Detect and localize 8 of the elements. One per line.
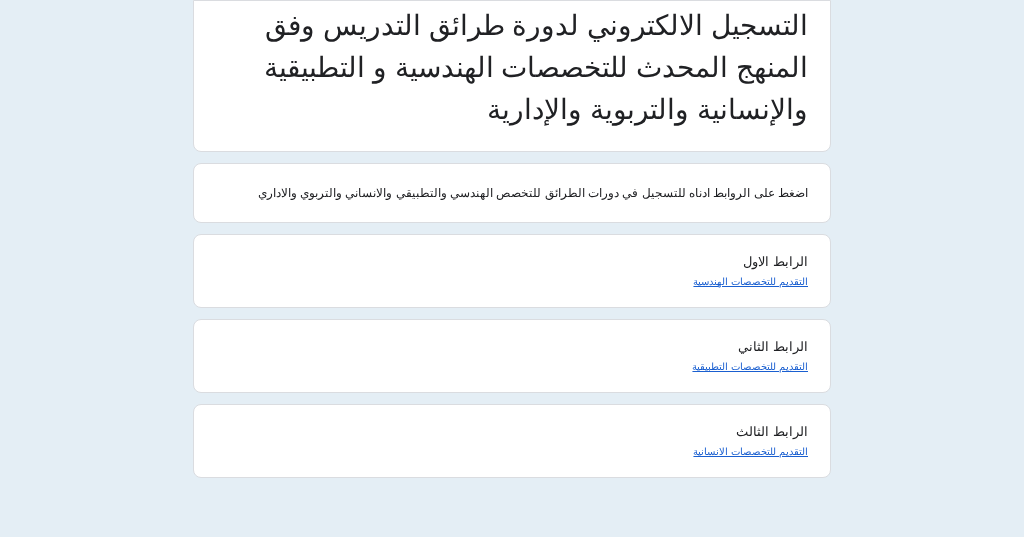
registration-link[interactable]: التقديم للتخصصات الانسانية bbox=[693, 446, 808, 457]
link-label: الرابط الاول bbox=[742, 253, 808, 271]
form-description: اضغط على الروابط ادناه للتسجيل في دورات الطرائق للتخصص الهندسي والتطبيقي والانساني والتربوي والاداري bbox=[256, 185, 808, 202]
link-label: الرابط الثالث bbox=[735, 423, 808, 441]
registration-link[interactable]: التقديم للتخصصات التطبيقية bbox=[692, 361, 808, 372]
form-title: التسجيل الالكتروني لدورة طرائق التدريس وفق المنهج المحدث للتخصصات الهندسية و التطبيقية والإنسانية والتربوية والإدارية bbox=[263, 9, 808, 128]
link-label: الرابط الثاني bbox=[737, 338, 808, 356]
registration-link[interactable]: التقديم للتخصصات الهندسية bbox=[693, 276, 808, 287]
